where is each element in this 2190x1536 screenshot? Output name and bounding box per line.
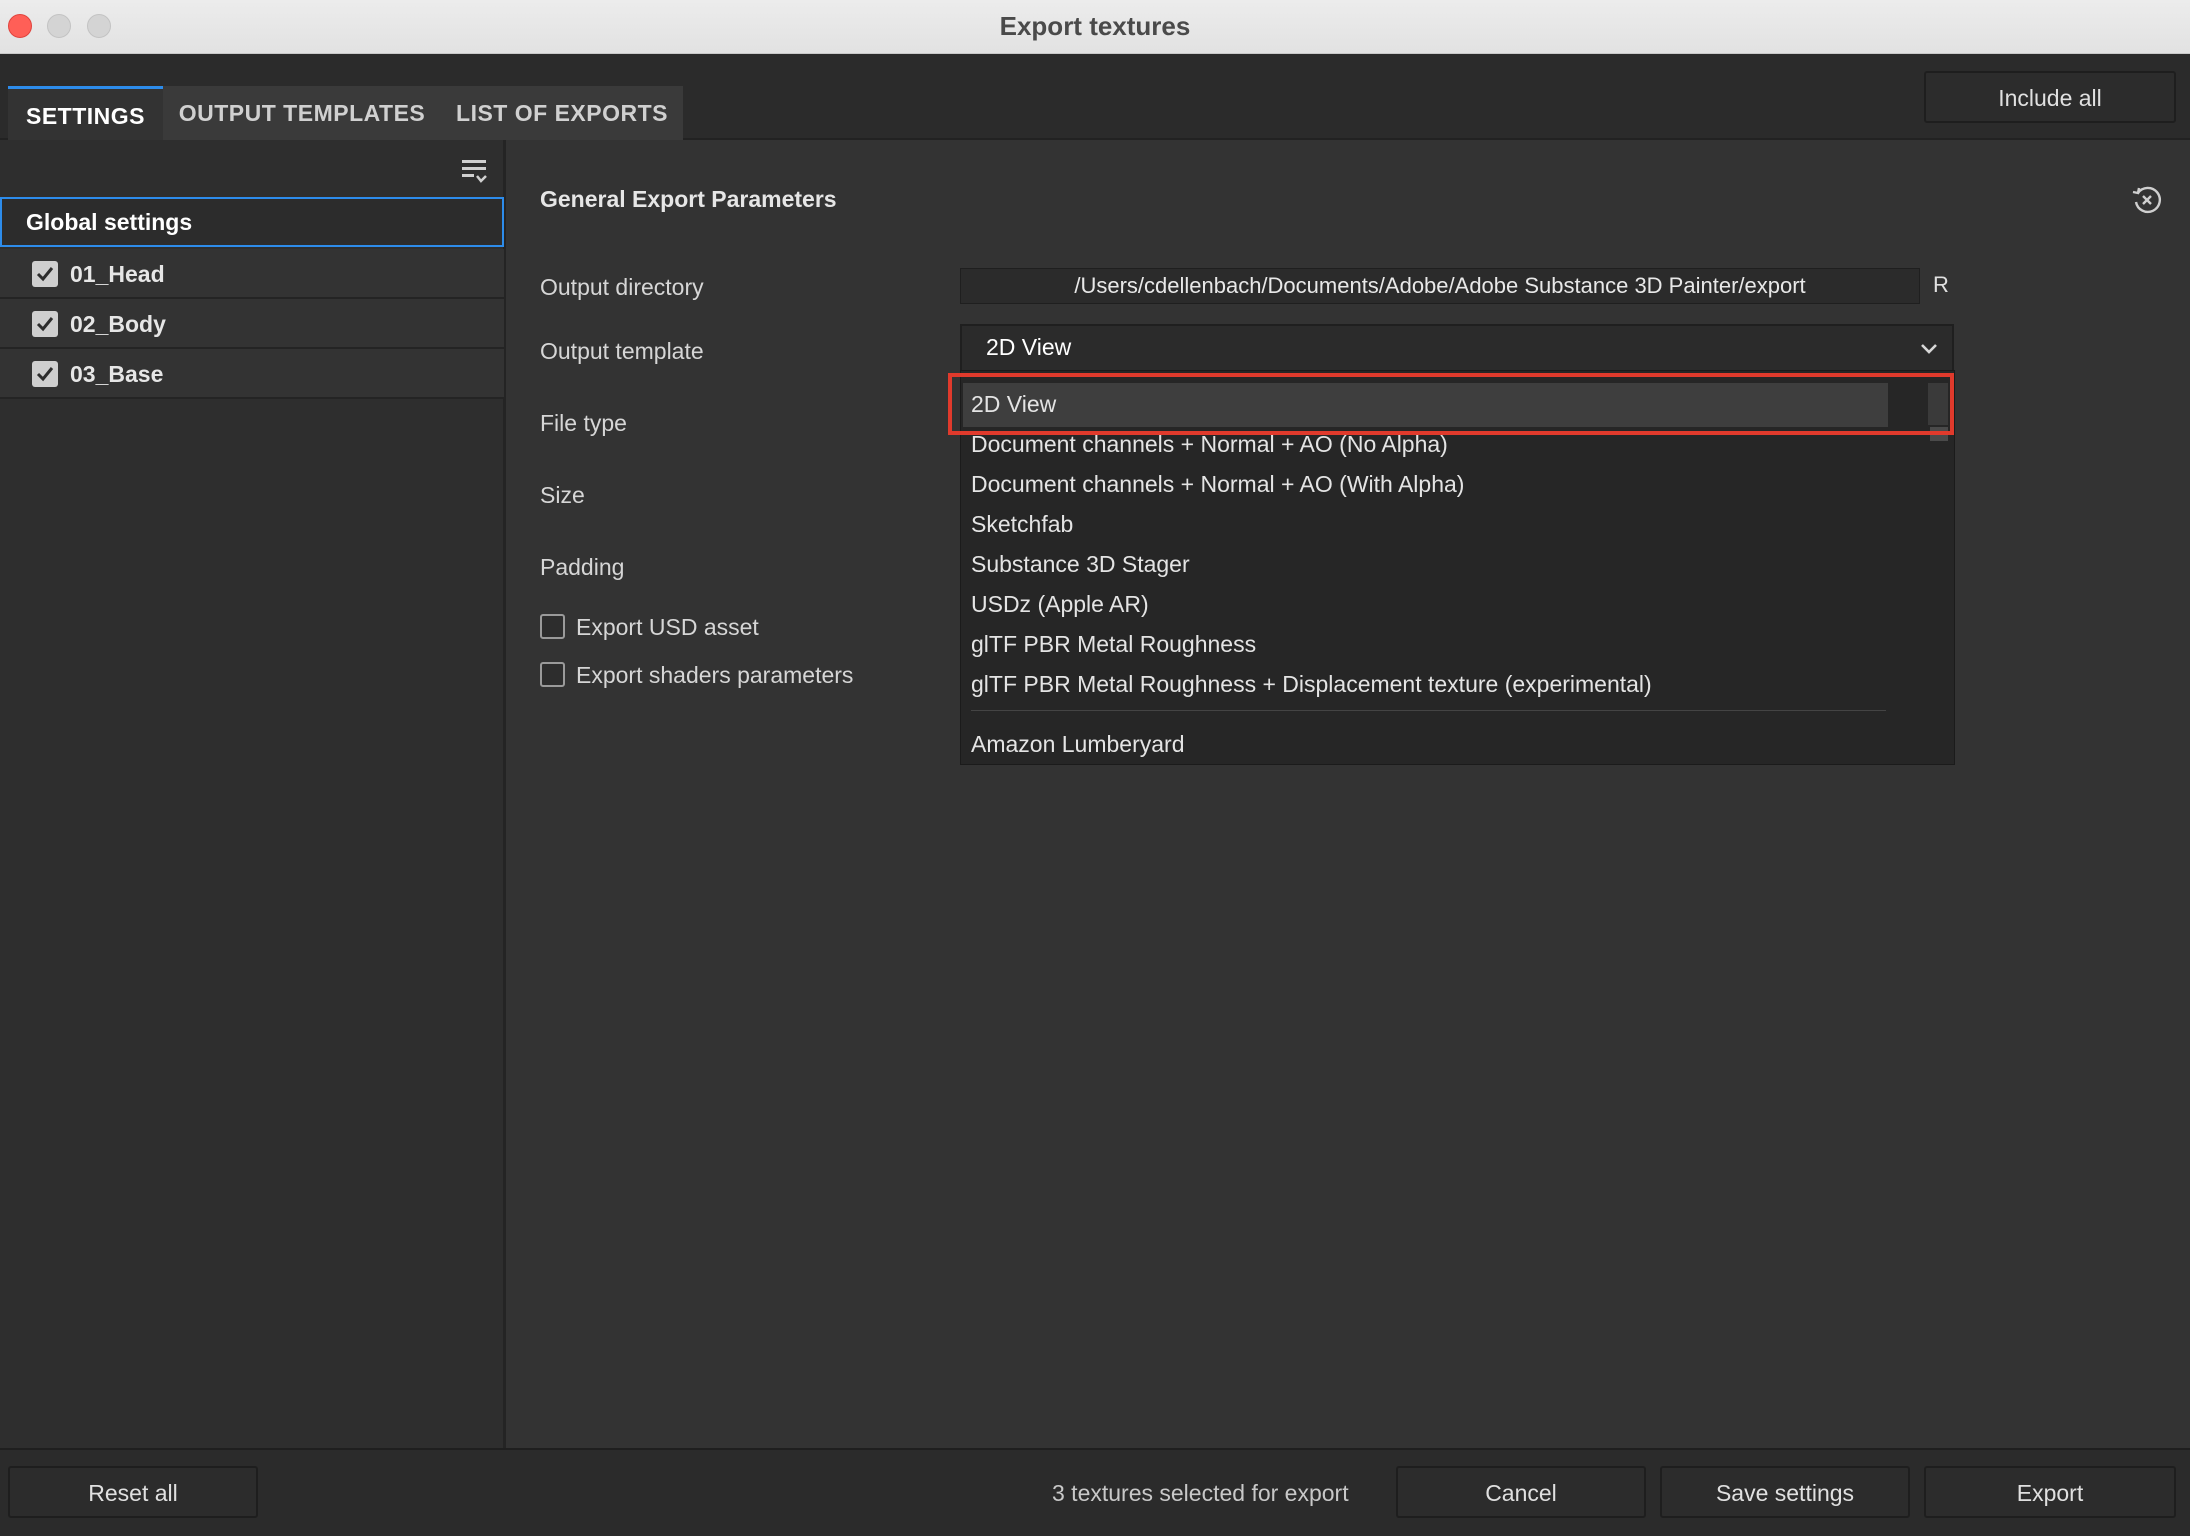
list-options-icon[interactable] <box>460 156 490 186</box>
export-shaders-label: Export shaders parameters <box>576 662 854 688</box>
export-shaders-checkbox[interactable] <box>540 662 565 687</box>
save-settings-button[interactable]: Save settings <box>1660 1466 1910 1518</box>
template-option[interactable]: Amazon Lumberyard <box>971 731 1185 758</box>
export-usd-checkbox[interactable] <box>540 614 565 639</box>
cancel-button[interactable]: Cancel <box>1396 1466 1646 1518</box>
window-title: Export textures <box>999 11 1191 41</box>
title-bar: Export textures <box>0 0 2190 54</box>
material-row-body[interactable]: 02_Body <box>0 299 504 349</box>
template-option[interactable]: Document channels + Normal + AO (No Alph… <box>971 431 1448 458</box>
template-option[interactable]: glTF PBR Metal Roughness <box>971 631 1256 658</box>
export-button[interactable]: Export <box>1924 1466 2176 1518</box>
reset-parameters-icon[interactable] <box>2130 183 2164 217</box>
output-directory-label: Output directory <box>540 274 704 300</box>
chevron-down-icon <box>1921 344 1937 354</box>
tab-output-templates[interactable]: OUTPUT TEMPLATES <box>163 86 441 140</box>
material-checkbox[interactable] <box>32 261 58 287</box>
global-settings-item[interactable]: Global settings <box>0 197 504 247</box>
output-template-value: 2D View <box>986 334 1072 360</box>
material-row-head[interactable]: 01_Head <box>0 249 504 299</box>
template-option[interactable]: Substance 3D Stager <box>971 551 1190 578</box>
checkmark-icon <box>36 267 54 282</box>
material-checkbox[interactable] <box>32 311 58 337</box>
output-template-select[interactable]: 2D View <box>960 324 1954 370</box>
output-directory-suffix[interactable]: R <box>1933 272 1949 298</box>
tab-list-of-exports[interactable]: LIST OF EXPORTS <box>441 86 683 140</box>
padding-label: Padding <box>540 554 625 580</box>
size-label: Size <box>540 482 585 508</box>
footer-bar: Reset all 3 textures selected for export… <box>0 1448 2190 1536</box>
export-textures-window: Export textures SETTINGS OUTPUT TEMPLATE… <box>0 0 2190 1536</box>
output-template-label: Output template <box>540 338 704 364</box>
template-option[interactable]: USDz (Apple AR) <box>971 591 1149 618</box>
checkmark-icon <box>36 367 54 382</box>
highlight-annotation-box <box>948 373 1954 435</box>
template-option[interactable]: glTF PBR Metal Roughness + Displacement … <box>971 671 1652 698</box>
template-option[interactable]: Sketchfab <box>971 511 1073 538</box>
material-label: 03_Base <box>70 361 164 387</box>
material-row-base[interactable]: 03_Base <box>0 349 504 399</box>
output-directory-input[interactable]: /Users/cdellenbach/Documents/Adobe/Adobe… <box>960 268 1920 304</box>
template-option[interactable]: Document channels + Normal + AO (With Al… <box>971 471 1464 498</box>
material-checkbox[interactable] <box>32 361 58 387</box>
checkmark-icon <box>36 317 54 332</box>
file-type-label: File type <box>540 410 627 436</box>
tab-bar: SETTINGS OUTPUT TEMPLATES LIST OF EXPORT… <box>0 54 2190 140</box>
export-usd-label: Export USD asset <box>576 614 759 640</box>
dropdown-divider <box>971 710 1886 711</box>
tab-settings[interactable]: SETTINGS <box>8 86 163 140</box>
material-label: 01_Head <box>70 261 165 287</box>
include-all-button[interactable]: Include all <box>1924 71 2176 123</box>
texture-set-list: Global settings 01_Head 02_Body 03_Base <box>0 140 506 1448</box>
section-title: General Export Parameters <box>540 186 837 212</box>
export-status-text: 3 textures selected for export <box>1052 1480 1349 1506</box>
material-label: 02_Body <box>70 311 166 337</box>
reset-all-button[interactable]: Reset all <box>8 1466 258 1518</box>
export-parameters-panel: General Export Parameters Output directo… <box>509 140 2190 1448</box>
